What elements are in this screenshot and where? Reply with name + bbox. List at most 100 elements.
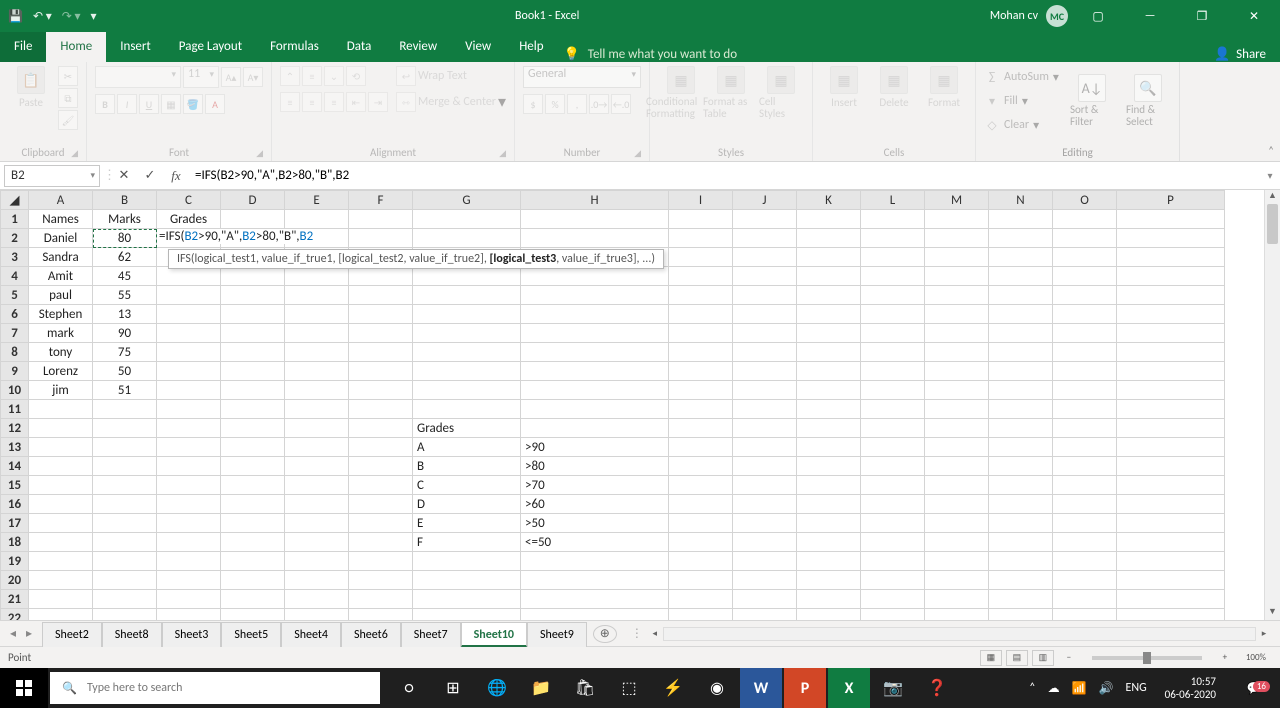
cell[interactable] <box>349 533 413 552</box>
cell[interactable] <box>925 571 989 590</box>
user-avatar-icon[interactable]: MC <box>1046 5 1068 27</box>
cell[interactable] <box>29 533 93 552</box>
col-P[interactable]: P <box>1117 191 1225 210</box>
cell[interactable] <box>989 267 1053 286</box>
cell[interactable] <box>1053 514 1117 533</box>
cell[interactable] <box>93 400 157 419</box>
cell[interactable] <box>285 495 349 514</box>
sheet-tab[interactable]: Sheet2 <box>42 622 102 647</box>
cell[interactable] <box>733 286 797 305</box>
cell[interactable] <box>1053 400 1117 419</box>
font-launcher-icon[interactable]: ◢ <box>256 148 263 159</box>
dropbox-icon[interactable]: ⬚ <box>608 668 650 708</box>
cell[interactable] <box>861 571 925 590</box>
cell[interactable] <box>93 495 157 514</box>
row-header[interactable]: 13 <box>1 438 29 457</box>
cell[interactable] <box>521 229 669 248</box>
cell[interactable] <box>669 267 733 286</box>
cell[interactable] <box>413 305 521 324</box>
cell[interactable] <box>861 343 925 362</box>
excel-icon[interactable]: X <box>828 668 870 708</box>
sheet-tab[interactable]: Sheet8 <box>102 622 162 647</box>
cell[interactable] <box>925 533 989 552</box>
cell[interactable] <box>29 457 93 476</box>
cell[interactable] <box>797 267 861 286</box>
cell[interactable] <box>29 609 93 621</box>
cell[interactable] <box>989 286 1053 305</box>
cell[interactable] <box>285 286 349 305</box>
cell[interactable] <box>157 590 221 609</box>
cell[interactable]: 13 <box>93 305 157 324</box>
cell[interactable] <box>221 495 285 514</box>
cell[interactable] <box>861 210 925 229</box>
number-launcher-icon[interactable]: ◢ <box>634 148 641 159</box>
cell[interactable] <box>413 609 521 621</box>
cell[interactable] <box>413 286 521 305</box>
taskbar-search[interactable]: 🔍 Type here to search <box>50 672 380 704</box>
cell[interactable] <box>221 324 285 343</box>
increase-font-icon[interactable]: A▴ <box>221 67 241 87</box>
cell[interactable] <box>925 305 989 324</box>
cell[interactable] <box>733 609 797 621</box>
cell[interactable] <box>29 438 93 457</box>
cell[interactable] <box>221 438 285 457</box>
wrap-text-button[interactable]: ↩Wrap Text <box>396 66 506 86</box>
cell[interactable] <box>29 400 93 419</box>
cell[interactable] <box>349 324 413 343</box>
edge-icon[interactable]: 🌐 <box>476 668 518 708</box>
cell[interactable] <box>93 438 157 457</box>
cell[interactable]: Stephen <box>29 305 93 324</box>
cell[interactable] <box>349 305 413 324</box>
cell[interactable] <box>157 514 221 533</box>
cell[interactable] <box>797 476 861 495</box>
cell[interactable] <box>925 552 989 571</box>
tab-home[interactable]: Home <box>46 32 106 62</box>
cell[interactable] <box>413 362 521 381</box>
cell[interactable] <box>797 229 861 248</box>
cell[interactable] <box>925 514 989 533</box>
scroll-up-icon[interactable]: ▲ <box>1265 190 1280 204</box>
cell[interactable] <box>349 609 413 621</box>
col-F[interactable]: F <box>349 191 413 210</box>
find-select-button[interactable]: 🔍Find & Select <box>1125 74 1171 128</box>
cell[interactable] <box>521 305 669 324</box>
font-name-dropdown[interactable] <box>95 66 181 88</box>
cell[interactable] <box>221 476 285 495</box>
cell[interactable] <box>285 438 349 457</box>
language-indicator[interactable]: ENG <box>1125 681 1146 695</box>
cell[interactable] <box>349 286 413 305</box>
cell[interactable] <box>157 324 221 343</box>
enter-formula-button[interactable]: ✓ <box>137 168 163 183</box>
align-bottom-icon[interactable]: ⌄ <box>324 66 344 86</box>
cell[interactable] <box>669 438 733 457</box>
taskbar-clock[interactable]: 10:57 06-06-2020 <box>1159 675 1222 701</box>
col-J[interactable]: J <box>733 191 797 210</box>
cell[interactable] <box>1117 400 1225 419</box>
cell[interactable] <box>989 533 1053 552</box>
cell[interactable] <box>797 381 861 400</box>
cell[interactable] <box>521 571 669 590</box>
cell[interactable]: >90 <box>521 438 669 457</box>
cell[interactable]: <=50 <box>521 533 669 552</box>
cell[interactable] <box>413 343 521 362</box>
zoom-in-button[interactable]: + <box>1214 650 1236 666</box>
cell[interactable] <box>285 267 349 286</box>
cell[interactable] <box>669 229 733 248</box>
cell[interactable] <box>1117 286 1225 305</box>
indent-increase-icon[interactable]: ⇥ <box>368 92 388 112</box>
cell[interactable] <box>285 590 349 609</box>
row-header[interactable]: 21 <box>1 590 29 609</box>
cell[interactable] <box>733 343 797 362</box>
column-headers[interactable]: ◢ A B C D E F G H I J K L M N O P <box>1 191 1225 210</box>
cell[interactable] <box>989 381 1053 400</box>
cell[interactable] <box>349 229 413 248</box>
cell[interactable] <box>925 438 989 457</box>
cell[interactable] <box>1053 248 1117 267</box>
fill-color-icon[interactable]: 🪣 <box>183 94 203 114</box>
cell[interactable] <box>1117 381 1225 400</box>
page-break-view-icon[interactable]: ▥ <box>1032 650 1054 666</box>
cell[interactable] <box>669 495 733 514</box>
format-painter-icon[interactable]: 🖌 <box>58 110 78 130</box>
col-O[interactable]: O <box>1053 191 1117 210</box>
cell[interactable]: B <box>413 457 521 476</box>
